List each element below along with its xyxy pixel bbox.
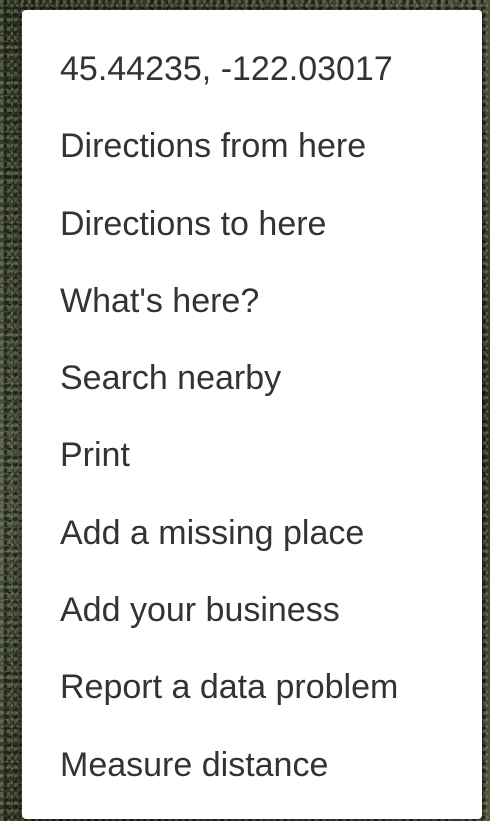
directions-from-here-item[interactable]: Directions from here bbox=[22, 116, 482, 193]
print-item[interactable]: Print bbox=[22, 425, 482, 502]
whats-here-item[interactable]: What's here? bbox=[22, 271, 482, 348]
directions-to-here-item[interactable]: Directions to here bbox=[22, 194, 482, 271]
map-context-menu: 45.44235, -122.03017 Directions from her… bbox=[22, 10, 482, 819]
coordinates-item[interactable]: 45.44235, -122.03017 bbox=[22, 39, 482, 116]
add-missing-place-item[interactable]: Add a missing place bbox=[22, 503, 482, 580]
report-data-problem-item[interactable]: Report a data problem bbox=[22, 657, 482, 734]
search-nearby-item[interactable]: Search nearby bbox=[22, 348, 482, 425]
add-your-business-item[interactable]: Add your business bbox=[22, 580, 482, 657]
measure-distance-item[interactable]: Measure distance bbox=[22, 735, 482, 812]
